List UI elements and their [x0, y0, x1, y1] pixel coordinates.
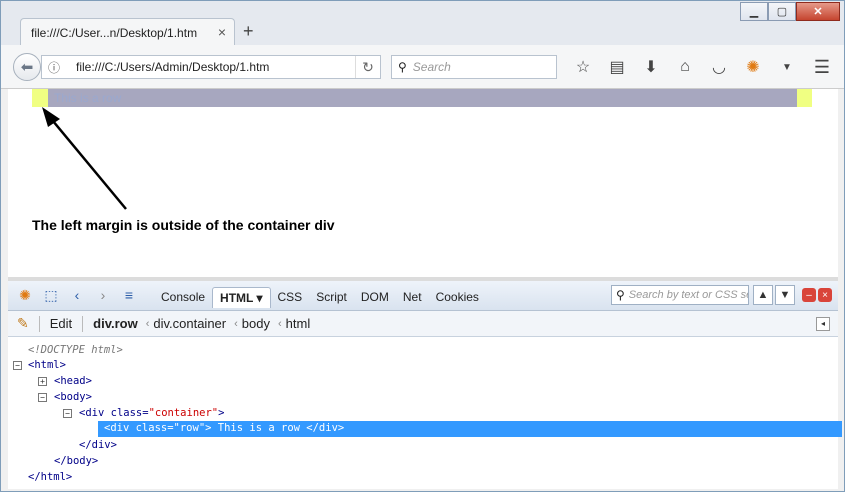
- tree-div-close[interactable]: </div>: [79, 438, 117, 453]
- firebug-search-placeholder: Search by text or CSS se: [628, 289, 749, 301]
- toolbar-icons: ☆ ▤ ⬇ ⌂ ◡ ✺ ▼: [566, 57, 804, 77]
- back-nav-icon[interactable]: ‹: [68, 287, 86, 304]
- search-input[interactable]: ⚲ Search: [391, 55, 557, 79]
- tree-row-selected[interactable]: <div class="row"> This is a row </div>: [98, 421, 842, 437]
- chevron-left-icon: ‹: [145, 317, 150, 330]
- browser-window: file:///C:/User...n/Desktop/1.htm × + ▁ …: [0, 0, 845, 492]
- edit-button[interactable]: Edit: [50, 316, 72, 331]
- breadcrumb-item[interactable]: div.container: [153, 316, 226, 331]
- info-icon[interactable]: ⓘ: [48, 59, 68, 76]
- page-content: This is a row The left margin is outside…: [8, 89, 838, 277]
- tab-css[interactable]: CSS: [271, 287, 310, 308]
- search-prev-icon[interactable]: ▲: [753, 285, 773, 305]
- tree-body-open[interactable]: <body>: [54, 390, 92, 405]
- edit-pencil-icon[interactable]: ✎: [17, 315, 29, 332]
- reload-icon[interactable]: ↻: [355, 56, 380, 78]
- home-icon[interactable]: ⌂: [668, 57, 702, 77]
- firebug-menu-icon[interactable]: ✺: [16, 287, 34, 304]
- tree-doctype: <!DOCTYPE html>: [28, 344, 123, 356]
- row-div: This is a row: [48, 89, 797, 107]
- tree-html-open[interactable]: <html>: [28, 358, 66, 373]
- firebug-window-controls: – ×: [802, 288, 832, 302]
- firebug-minimize-icon[interactable]: –: [802, 288, 816, 302]
- firebug-tabs: Console HTML ▾ CSS Script DOM Net Cookie…: [154, 287, 486, 308]
- breadcrumb-item[interactable]: html: [286, 316, 311, 331]
- bookmarks-list-icon[interactable]: ▤: [600, 57, 634, 77]
- tab-title: file:///C:/User...n/Desktop/1.htm: [31, 25, 198, 40]
- firebug-toolbar: ✺ ⬚ ‹ › ≡ Console HTML ▾ CSS Script DOM …: [8, 281, 838, 311]
- hamburger-menu-icon[interactable]: ☰: [814, 57, 830, 78]
- window-controls: ▁ ▢ ✕: [740, 2, 840, 21]
- pocket-icon[interactable]: ◡: [702, 57, 736, 77]
- collapse-toggle-icon[interactable]: −: [13, 361, 22, 370]
- divider: [38, 315, 40, 332]
- forward-nav-icon[interactable]: ›: [94, 287, 112, 304]
- tab-script[interactable]: Script: [309, 287, 354, 308]
- tree-body-close[interactable]: </body>: [54, 454, 98, 469]
- search-icon: ⚲: [398, 60, 407, 74]
- collapse-toggle-icon[interactable]: −: [38, 393, 47, 402]
- navigation-toolbar: ⬅ ⓘ file:///C:/Users/Admin/Desktop/1.htm…: [1, 45, 844, 89]
- back-button[interactable]: ⬅: [13, 53, 41, 81]
- divider: [82, 315, 84, 332]
- tab-net[interactable]: Net: [396, 287, 429, 308]
- tree-container-open[interactable]: <div class="container">: [79, 406, 224, 421]
- download-icon[interactable]: ⬇: [634, 57, 668, 77]
- tab-html[interactable]: HTML ▾: [212, 287, 271, 308]
- back-arrow-icon: ⬅: [20, 59, 34, 76]
- maximize-button[interactable]: ▢: [768, 2, 796, 21]
- command-line-icon[interactable]: ≡: [120, 287, 138, 304]
- tab-strip: file:///C:/User...n/Desktop/1.htm × +: [1, 1, 844, 46]
- close-window-button[interactable]: ✕: [796, 2, 840, 21]
- tab-cookies[interactable]: Cookies: [429, 287, 486, 308]
- chevron-left-icon: ‹: [234, 317, 238, 330]
- tab-dom[interactable]: DOM: [354, 287, 396, 308]
- annotation-arrow: [42, 107, 127, 210]
- collapse-toggle-icon[interactable]: −: [63, 409, 72, 418]
- expand-toggle-icon[interactable]: +: [38, 377, 47, 386]
- url-text[interactable]: file:///C:/Users/Admin/Desktop/1.htm: [76, 60, 355, 74]
- search-placeholder: Search: [412, 60, 451, 74]
- firebug-dropdown-icon[interactable]: ▼: [770, 57, 804, 77]
- breadcrumb-scroll-icon[interactable]: ◂: [816, 316, 830, 331]
- bookmark-star-icon[interactable]: ☆: [566, 57, 600, 77]
- firebug-tool-icons: ✺ ⬚ ‹ › ≡: [16, 287, 138, 304]
- breadcrumb-item[interactable]: div.row: [93, 316, 138, 331]
- search-icon: ⚲: [616, 288, 625, 302]
- tab-current[interactable]: file:///C:/User...n/Desktop/1.htm ×: [20, 18, 235, 46]
- breadcrumb-item[interactable]: body: [242, 316, 270, 331]
- search-nav: ▲ ▼: [753, 285, 795, 305]
- firebug-search-input[interactable]: ⚲ Search by text or CSS se: [611, 285, 749, 305]
- tab-close-icon[interactable]: ×: [218, 24, 226, 40]
- html-tree: <!DOCTYPE html> − <html> + <head> − <bod…: [8, 337, 842, 489]
- chevron-left-icon: ‹: [277, 317, 282, 330]
- inspect-element-icon[interactable]: ⬚: [42, 287, 60, 304]
- tab-console[interactable]: Console: [154, 287, 212, 308]
- breadcrumb: ✎ Edit div.row ‹ div.container ‹ body ‹ …: [8, 311, 838, 337]
- url-bar[interactable]: ⓘ file:///C:/Users/Admin/Desktop/1.htm ↻: [41, 55, 381, 79]
- new-tab-button[interactable]: +: [243, 21, 254, 42]
- minimize-button[interactable]: ▁: [740, 2, 768, 21]
- container-div: This is a row: [32, 89, 812, 107]
- tree-head[interactable]: <head>: [54, 374, 92, 389]
- tree-html-close[interactable]: </html>: [28, 470, 72, 485]
- annotation-text: The left margin is outside of the contai…: [32, 217, 335, 233]
- firebug-icon[interactable]: ✺: [736, 57, 770, 77]
- search-next-icon[interactable]: ▼: [775, 285, 795, 305]
- firebug-close-icon[interactable]: ×: [818, 288, 832, 302]
